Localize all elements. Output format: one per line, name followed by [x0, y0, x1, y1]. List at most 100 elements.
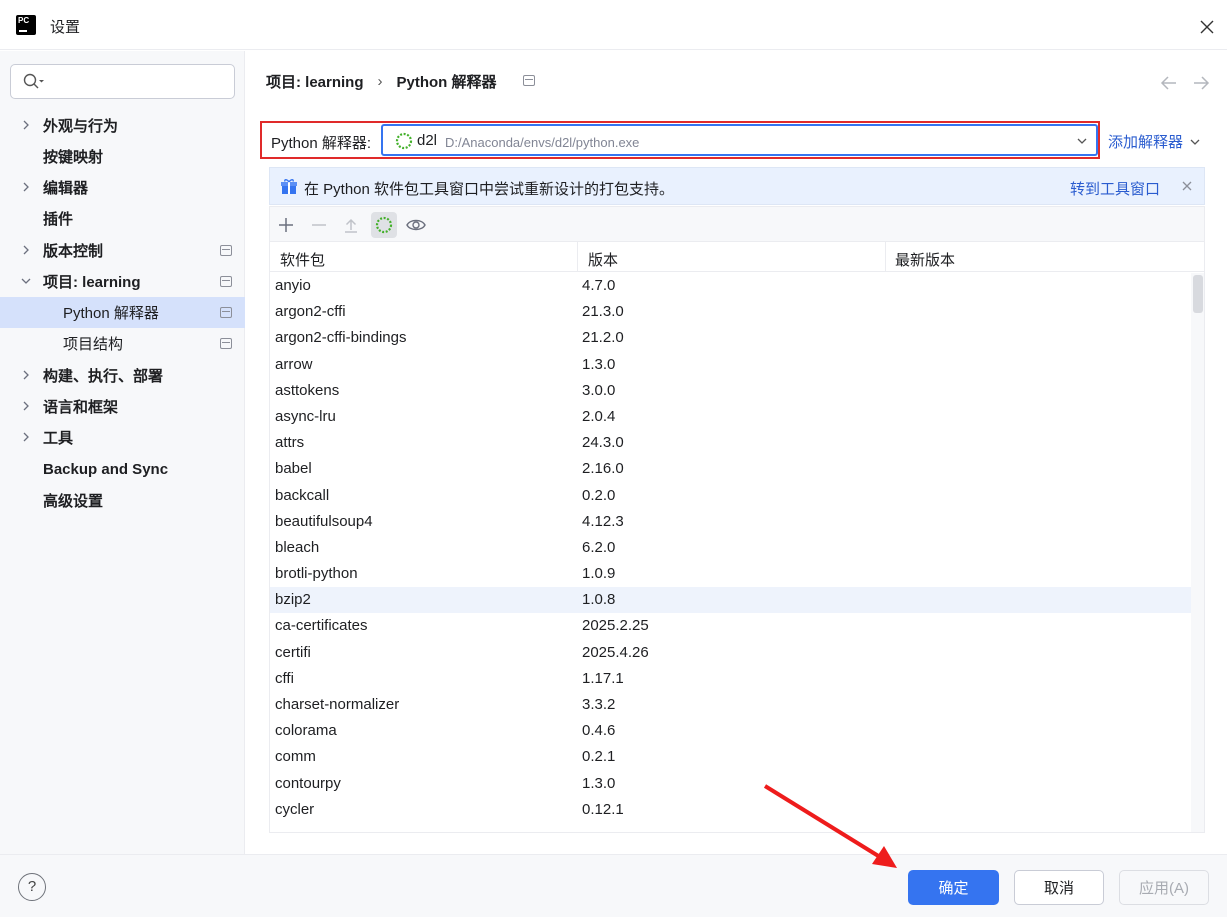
package-version: 2.0.4 — [582, 407, 616, 425]
sidebar-item[interactable]: 构建、执行、部署 — [0, 360, 245, 391]
uninstall-package-button[interactable] — [306, 212, 332, 238]
vertical-scrollbar[interactable] — [1191, 273, 1204, 832]
banner-text: 在 Python 软件包工具窗口中尝试重新设计的打包支持。 — [304, 181, 675, 198]
ok-button[interactable]: 确定 — [908, 870, 999, 905]
upgrade-icon — [345, 218, 357, 233]
table-row[interactable]: argon2-cffi 21.3.0 — [270, 299, 1191, 325]
table-row[interactable]: attrs 24.3.0 — [270, 430, 1191, 456]
show-early-releases-button[interactable] — [403, 212, 429, 238]
forward-arrow-icon[interactable] — [1189, 71, 1213, 95]
package-name: beautifulsoup4 — [275, 512, 373, 530]
table-row[interactable]: async-lru 2.0.4 — [270, 404, 1191, 430]
scrollbar-thumb[interactable] — [1193, 275, 1203, 313]
package-name: certifi — [275, 643, 311, 661]
table-row[interactable]: ca-certificates 2025.2.25 — [270, 613, 1191, 639]
table-row[interactable]: contourpy 1.3.0 — [270, 771, 1191, 797]
project-scope-icon — [220, 307, 232, 318]
sidebar-item[interactable]: Backup and Sync — [0, 454, 245, 485]
close-button[interactable] — [1193, 13, 1221, 41]
sidebar-item-label: 外观与行为 — [43, 118, 119, 135]
chevron-right-icon[interactable] — [20, 181, 32, 193]
table-row[interactable]: comm 0.2.1 — [270, 744, 1191, 770]
package-name: cffi — [275, 669, 294, 687]
chevron-right-icon[interactable] — [20, 369, 32, 381]
chevron-right-icon[interactable] — [20, 431, 32, 443]
table-row[interactable]: bzip2 1.0.8 — [270, 587, 1191, 614]
table-row[interactable]: cycler 0.12.1 — [270, 797, 1191, 823]
package-name: async-lru — [275, 407, 336, 425]
project-scope-icon — [220, 338, 232, 349]
sidebar-item[interactable]: Python 解释器 — [0, 297, 245, 328]
package-version: 1.3.0 — [582, 774, 616, 792]
goto-tool-window-link[interactable]: 转到工具窗口 — [1070, 178, 1160, 199]
add-interpreter-link[interactable]: 添加解释器 — [1108, 131, 1201, 152]
package-name: babel — [275, 460, 312, 478]
pycharm-logo-icon: PC — [13, 12, 39, 38]
package-version: 4.12.3 — [582, 512, 624, 530]
help-button[interactable]: ? — [18, 873, 46, 901]
sidebar-item-label: 插件 — [43, 211, 74, 228]
interpreter-dropdown[interactable]: d2l D:/Anaconda/envs/d2l/python.exe — [381, 124, 1098, 156]
table-row[interactable]: charset-normalizer 3.3.2 — [270, 692, 1191, 718]
conda-env-icon — [395, 132, 413, 150]
table-row[interactable]: certifi 2025.4.26 — [270, 640, 1191, 666]
package-version: 21.2.0 — [582, 329, 624, 347]
breadcrumb-project[interactable]: 项目: learning — [266, 71, 364, 92]
window-title: 设置 — [50, 19, 81, 36]
sidebar-item[interactable]: 语言和框架 — [0, 391, 245, 422]
package-version: 0.2.0 — [582, 486, 616, 504]
column-latest-version[interactable]: 最新版本 — [895, 249, 955, 270]
sidebar-item[interactable]: 插件 — [0, 203, 245, 234]
package-version: 1.3.0 — [582, 355, 616, 373]
sidebar-item-label: Backup and Sync — [43, 461, 169, 478]
chevron-right-icon[interactable] — [20, 400, 32, 412]
close-icon[interactable] — [1181, 180, 1193, 192]
package-name: comm — [275, 748, 316, 766]
table-row[interactable]: beautifulsoup4 4.12.3 — [270, 509, 1191, 535]
column-package[interactable]: 软件包 — [280, 249, 325, 270]
package-version: 2.16.0 — [582, 460, 624, 478]
package-name: attrs — [275, 434, 305, 452]
sidebar-item[interactable]: 外观与行为 — [0, 110, 245, 141]
package-version: 0.2.1 — [582, 748, 616, 766]
table-row[interactable]: brotli-python 1.0.9 — [270, 561, 1191, 587]
apply-button[interactable]: 应用(A) — [1119, 870, 1209, 905]
sidebar-item[interactable]: 项目: learning — [0, 266, 245, 297]
package-name: cycler — [275, 800, 315, 818]
table-row[interactable]: bleach 6.2.0 — [270, 535, 1191, 561]
package-version: 0.4.6 — [582, 722, 616, 740]
table-row[interactable]: anyio 4.7.0 — [270, 273, 1191, 299]
package-version: 21.3.0 — [582, 303, 624, 321]
package-version: 4.7.0 — [582, 277, 616, 294]
chevron-down-icon[interactable] — [20, 275, 32, 287]
table-row[interactable]: arrow 1.3.0 — [270, 352, 1191, 378]
table-row[interactable]: asttokens 3.0.0 — [270, 378, 1191, 404]
chevron-right-icon[interactable] — [20, 119, 32, 131]
package-name: argon2-cffi — [275, 303, 346, 321]
install-package-button[interactable] — [273, 212, 299, 238]
sidebar-item[interactable]: 按键映射 — [0, 141, 245, 172]
table-row[interactable]: babel 2.16.0 — [270, 456, 1191, 482]
sidebar-item-label: 项目: learning — [43, 274, 141, 291]
sidebar-item[interactable]: 工具 — [0, 422, 245, 453]
sidebar-item[interactable]: 编辑器 — [0, 172, 245, 203]
table-row[interactable]: argon2-cffi-bindings 21.2.0 — [270, 325, 1191, 351]
table-row[interactable]: backcall 0.2.0 — [270, 483, 1191, 509]
chevron-right-icon[interactable] — [20, 244, 32, 256]
use-conda-toggle[interactable] — [371, 212, 397, 238]
sidebar-item[interactable]: 项目结构 — [0, 328, 245, 359]
package-version: 3.3.2 — [582, 696, 616, 713]
table-row[interactable]: cffi 1.17.1 — [270, 666, 1191, 692]
package-name: charset-normalizer — [275, 696, 400, 713]
packages-toolbar — [270, 207, 1204, 242]
sidebar-item[interactable]: 高级设置 — [0, 485, 245, 516]
column-version[interactable]: 版本 — [588, 249, 618, 270]
back-arrow-icon[interactable] — [1157, 71, 1181, 95]
breadcrumb-separator: › — [377, 73, 383, 90]
sidebar-item-label: 语言和框架 — [43, 399, 119, 416]
upgrade-package-button[interactable] — [338, 212, 364, 238]
cancel-button[interactable]: 取消 — [1014, 870, 1104, 905]
settings-search-input[interactable] — [10, 64, 235, 99]
table-row[interactable]: colorama 0.4.6 — [270, 718, 1191, 744]
sidebar-item[interactable]: 版本控制 — [0, 235, 245, 266]
